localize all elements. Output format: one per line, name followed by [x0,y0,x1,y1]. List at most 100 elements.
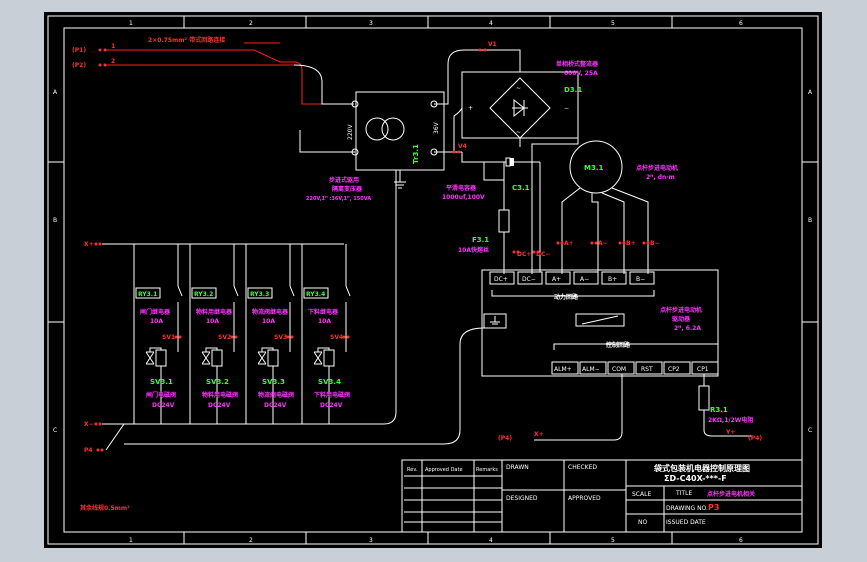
input-n2-label: 2 [111,58,115,65]
transformer-spec: 220V,1ᴴ :36V,1ᴴ, 150VA [306,196,371,202]
sv-rating-3: DC24V [264,402,287,409]
sv-rating-1: DC24V [152,402,175,409]
fuse-body [498,209,510,233]
relay-tag-1: RY3.1 [138,291,157,298]
driver-term-com: COM [612,366,626,373]
zone-col-4-top: 4 [489,20,493,27]
relay-rating-4: 10A [318,318,331,325]
transformer-secondary-label: 36V [433,121,440,134]
resistor-spec: 2KΩ,1/2W电阻 [708,416,753,424]
bridge-rectifier: ~ ~ + − 单相桥式整流器 600V, 25A D3.1 V1 [434,41,599,153]
zone-col-1-bottom: 1 [129,537,133,544]
zone-col-5-top: 5 [611,20,615,27]
zone-row-b-left: B [53,217,57,224]
svg-text:~: ~ [516,129,521,136]
solenoid-valve-2 [201,351,211,365]
driver-note1: 点杆步进电动机 [660,306,702,314]
bus-p4-label: P4 [84,447,93,454]
relay-rating-3: 10A [262,318,275,325]
zone-col-6-bottom: 6 [739,537,743,544]
tb-rev: Rev. [407,467,418,473]
isolation-transformer: 220V 36V Tr3.1 步进式驱用 隔离变压器 220V,1ᴴ :36V,… [299,91,445,202]
stepper-motor: M3.1 点杆步进电动机 2ᴴ, dn·m A+ A− B+ B− [556,140,678,274]
sv-id-2: SV3.2 [206,378,229,386]
sv-name-2: 物料用电磁阀 [202,391,238,399]
solenoid-coil-4 [323,349,335,367]
input-power-lines: (P1) (P2) 1 2 2×0.75mm² 带式回路连接 [72,36,354,105]
zone-col-3-top: 3 [369,20,373,27]
transformer-name: 步进式驱用 [329,176,359,184]
driver-term-bminus: B− [636,276,645,283]
tb-scale: SCALE [632,491,651,498]
driver-term-cp1: CP1 [697,366,709,373]
sv-id-1: SV3.1 [150,378,173,386]
sv-id-3: SV3.3 [262,378,285,386]
zone-col-2-bottom: 2 [249,537,253,544]
input-p1-label: (P1) [72,47,86,54]
relay-column-1: RY3.1 闸门继电器 10A SV1 SV3.1 闸门电磁阀 DC24V [133,244,183,424]
driver-term-cp2: CP2 [668,366,680,373]
zone-col-1-top: 1 [129,20,133,27]
input-p2-label: (P2) [72,62,86,69]
zone-row-b-right: B [808,217,812,224]
relay-tag-3: RY3.3 [250,291,269,298]
tb-main-title: 袋式包装机电器控制原理图 [653,463,750,473]
relay-bank: X+ X− P4 RY3.1 闸门继电器 10A SV1 SV3.1 闸门电磁阀 DC24V… [84,241,351,454]
dc-minus-label: DC− [536,251,550,258]
relay-tag-4: RY3.4 [306,291,325,298]
sv-name-4: 下料用电磁阀 [314,391,350,399]
relay-name-1: 闸门继电器 [140,308,171,316]
tb-approved-date: Approved Date [425,467,463,473]
zone-col-5-bottom: 5 [611,537,615,544]
wire-yplus-label: Y+ [725,429,735,436]
driver-term-almminus: ALM− [582,366,600,373]
solenoid-valve-4 [313,351,323,365]
sv-terminal-1: SV1 [162,334,175,341]
zone-row-c-left: C [53,427,57,434]
solenoid-coil-1 [155,349,167,367]
sv-terminal-3: SV3 [274,334,287,341]
tb-sub-title: ΣD-C40X-***-F [664,474,727,483]
solenoid-coil-3 [267,349,279,367]
wire-p4-left: (P4) [498,435,512,442]
driver-term-bplus: B+ [608,276,617,283]
tb-designed: DESIGNED [506,495,538,502]
transformer-name2: 隔离变压器 [332,185,363,193]
tb-title: TITLE [675,490,692,497]
bridge-name: 单相桥式整流器 [556,60,599,68]
title-block: Rev. Approved Date Remarks DRAWN CHECKED… [401,459,803,533]
svg-text:−: − [564,105,569,112]
zone-col-6-top: 6 [739,20,743,27]
schematic-canvas: 1 2 3 4 5 6 1 2 3 4 5 6 A B C A B C (P1)… [47,15,819,545]
sv-rating-4: DC24V [320,402,343,409]
tb-drawing-no: DRAWING NO. [666,505,708,512]
sv-terminal-2: SV2 [218,334,231,341]
resistor-id: R3.1 [710,406,728,414]
motor-name: 点杆步进电动机 [636,164,678,172]
driver-note2: 驱动器 [672,315,691,323]
driver-term-aminus: A− [580,276,589,283]
cable-note: 2×0.75mm² 带式回路连接 [148,36,225,44]
wire-v1-label: V1 [488,41,497,48]
driver-term-rst: RST [641,366,653,373]
solenoid-valve-1 [145,351,155,365]
tb-drawn: DRAWN [506,464,529,471]
zone-row-c-right: C [808,427,812,434]
tb-title-value: 点杆步进电机相关 [707,490,755,498]
svg-text:~: ~ [516,85,521,92]
driver-term-dcplus: DC+ [494,276,508,283]
tb-checked: CHECKED [568,464,597,471]
fuse-id: F3.1 [472,236,489,244]
stepper-driver: DC+ DC− A+ A− B+ B− 动力回路 点杆步进电动机 驱动器 2ᴴ,… [481,269,719,377]
zone-col-3-bottom: 3 [369,537,373,544]
capacitor-name: 平滑电容器 [446,184,477,192]
tb-remarks: Remarks [476,467,498,473]
sv-name-1: 闸门电磁阀 [146,391,176,399]
driver-term-dcminus: DC− [522,276,536,283]
tb-approved: APPROVED [568,495,601,502]
bus-xplus-label: X+ [84,241,94,248]
drawing-frame: 1 2 3 4 5 6 1 2 3 4 5 6 A B C A B C (P1)… [44,12,822,548]
bridge-spec: 600V, 25A [564,70,598,77]
transformer-primary-label: 220V [347,124,354,140]
tb-issued-date: ISSUED DATE [666,519,706,526]
